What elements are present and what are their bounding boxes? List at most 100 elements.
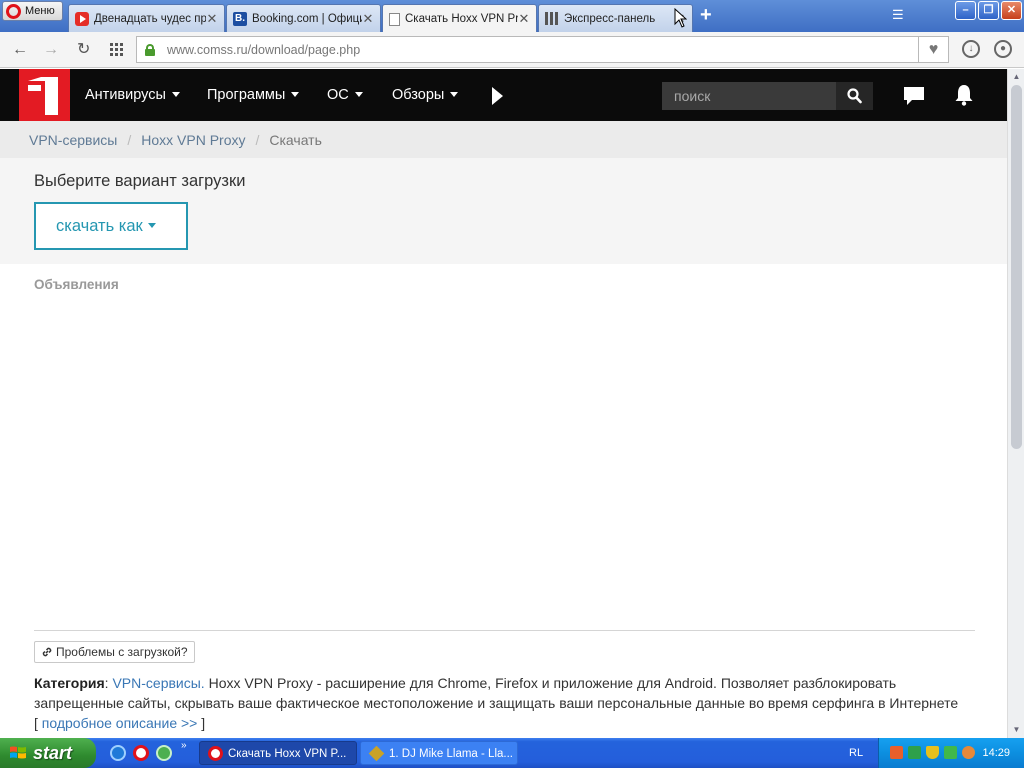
- section-divider: [34, 630, 975, 631]
- tab-hoxx-download[interactable]: Скачать Hoxx VPN Proxy ✕: [382, 4, 537, 33]
- breadcrumb-separator: /: [127, 131, 132, 148]
- taskbar-task-opera[interactable]: Скачать Hoxx VPN P...: [199, 741, 357, 765]
- booking-icon: B.: [233, 11, 247, 26]
- clock: 14:29: [982, 747, 1010, 759]
- download-problems-button[interactable]: Проблемы с загрузкой?: [34, 641, 195, 663]
- chevron-down-icon: [171, 91, 180, 97]
- page-scrollbar[interactable]: ▲ ▼: [1007, 69, 1024, 738]
- reload-icon[interactable]: ↻: [77, 40, 90, 60]
- maximize-icon[interactable]: ❐: [978, 1, 999, 20]
- task-label: Скачать Hoxx VPN P...: [228, 748, 347, 760]
- tray-network-icon[interactable]: [944, 746, 957, 759]
- tab-speed-dial[interactable]: Экспресс-панель ✕: [538, 4, 693, 32]
- download-icon[interactable]: ↓: [962, 40, 980, 58]
- start-label: start: [33, 743, 73, 763]
- breadcrumb: VPN-сервисы / Hoxx VPN Proxy / Скачать: [0, 121, 1007, 158]
- opera-icon: [208, 746, 223, 761]
- nav-programs[interactable]: Программы: [207, 69, 300, 121]
- close-tab-icon[interactable]: ✕: [362, 11, 374, 27]
- speed-dial-icon: [545, 12, 559, 25]
- new-tab-icon[interactable]: +: [700, 5, 712, 25]
- browser-toolbar: ← → ↻ www.comss.ru/download/page.php ♥ ↓…: [0, 32, 1024, 68]
- lock-icon: [145, 43, 155, 56]
- download-as-button[interactable]: скачать как: [34, 202, 188, 250]
- close-tab-icon[interactable]: ✕: [206, 11, 218, 27]
- scrollbar-thumb[interactable]: [1011, 85, 1022, 449]
- opera-menu-button[interactable]: Меню: [2, 1, 63, 21]
- window-controls: – ❐ ✕: [955, 1, 1022, 20]
- tab-title: Booking.com | Официальный сайт: [252, 12, 362, 25]
- scroll-up-icon[interactable]: ▲: [1010, 70, 1023, 84]
- breadcrumb-link-vpn-services[interactable]: VPN-сервисы: [29, 132, 117, 148]
- quicklaunch-more-icon[interactable]: »: [181, 740, 187, 751]
- bell-icon[interactable]: [954, 84, 974, 106]
- browser-tab-strip: Меню Двенадцать чудес природы ✕ B. Booki…: [0, 0, 1024, 33]
- opera-logo-icon: [6, 3, 21, 19]
- logo-1-icon: [28, 77, 58, 115]
- forward-arrow-icon[interactable]: →: [43, 40, 59, 60]
- site-header: Антивирусы Программы ОС Обзоры: [0, 69, 1007, 121]
- download-panel: Выберите вариант загрузки скачать как: [0, 158, 1007, 264]
- nav-label: Программы: [207, 87, 286, 103]
- scroll-down-icon[interactable]: ▼: [1010, 723, 1023, 737]
- link-icon: [42, 647, 52, 657]
- nav-label: ОС: [327, 87, 349, 103]
- tab-title: Двенадцать чудес природы: [94, 12, 206, 25]
- tab-youtube[interactable]: Двенадцать чудес природы ✕: [68, 4, 225, 32]
- search-button[interactable]: [836, 82, 873, 110]
- language-indicator[interactable]: RL: [849, 738, 863, 768]
- tray-app-icon[interactable]: [890, 746, 903, 759]
- close-tab-icon[interactable]: ✕: [518, 11, 530, 27]
- nav-reviews[interactable]: Обзоры: [392, 69, 459, 121]
- nav-more-arrow-icon[interactable]: [492, 87, 503, 105]
- internet-explorer-icon[interactable]: [110, 745, 126, 761]
- problems-button-label: Проблемы с загрузкой?: [56, 645, 188, 659]
- site-logo[interactable]: [19, 69, 70, 121]
- app-quicklaunch-icon[interactable]: [156, 745, 172, 761]
- taskbar-task-winamp[interactable]: 1. DJ Mike Llama - Lla...: [360, 741, 518, 765]
- tab-booking[interactable]: B. Booking.com | Официальный сайт ✕: [226, 4, 381, 32]
- nav-antivirus[interactable]: Антивирусы: [85, 69, 180, 121]
- ads-heading: Объявления: [34, 277, 119, 292]
- tray-check-icon[interactable]: [908, 746, 921, 759]
- system-tray: 14:29: [878, 738, 1024, 768]
- menu-button-label: Меню: [25, 5, 55, 17]
- chat-icon[interactable]: [903, 86, 925, 106]
- page-icon: [389, 12, 400, 26]
- mouse-pointer-icon: [674, 8, 687, 28]
- tab-menu-icon[interactable]: ☰: [892, 8, 906, 22]
- category-link[interactable]: VPN-сервисы.: [112, 675, 204, 691]
- address-text: www.comss.ru/download/page.php: [167, 42, 361, 57]
- tray-search-icon[interactable]: [962, 746, 975, 759]
- task-label: 1. DJ Mike Llama - Lla...: [389, 748, 513, 760]
- chevron-down-icon: [147, 223, 156, 229]
- back-arrow-icon[interactable]: ←: [12, 40, 28, 60]
- start-button[interactable]: start: [0, 738, 96, 768]
- breadcrumb-link-hoxx[interactable]: Hoxx VPN Proxy: [141, 132, 245, 148]
- nav-os[interactable]: ОС: [327, 69, 363, 121]
- category-label: Категория: [34, 675, 105, 691]
- opera-quicklaunch-icon[interactable]: [133, 745, 149, 761]
- chevron-down-icon: [354, 91, 363, 97]
- breadcrumb-current: Скачать: [269, 131, 322, 148]
- tab-title: Скачать Hoxx VPN Proxy: [405, 13, 518, 25]
- shield-icon[interactable]: [926, 746, 939, 759]
- windows-flag-icon: [10, 746, 26, 759]
- search-input[interactable]: [662, 82, 836, 110]
- youtube-icon: [75, 11, 89, 26]
- chevron-down-icon: [291, 91, 300, 97]
- close-window-icon[interactable]: ✕: [1001, 1, 1022, 20]
- nav-label: Обзоры: [392, 87, 445, 103]
- download-title: Выберите вариант загрузки: [34, 172, 246, 190]
- tab-title: Экспресс-панель: [564, 12, 656, 25]
- account-icon[interactable]: ●: [994, 40, 1012, 58]
- program-description: Категория: VPN-сервисы. Hoxx VPN Proxy -…: [34, 675, 959, 731]
- download-button-label: скачать как: [56, 217, 143, 235]
- search-icon: [847, 88, 862, 104]
- bookmark-heart-icon[interactable]: ♥: [919, 36, 949, 63]
- minimize-icon[interactable]: –: [955, 1, 976, 20]
- speed-dial-grid-icon[interactable]: [110, 43, 124, 57]
- more-description-link[interactable]: подробное описание >>: [42, 715, 198, 731]
- address-field[interactable]: www.comss.ru/download/page.php: [136, 36, 919, 63]
- more-bracket-close: ]: [197, 715, 206, 731]
